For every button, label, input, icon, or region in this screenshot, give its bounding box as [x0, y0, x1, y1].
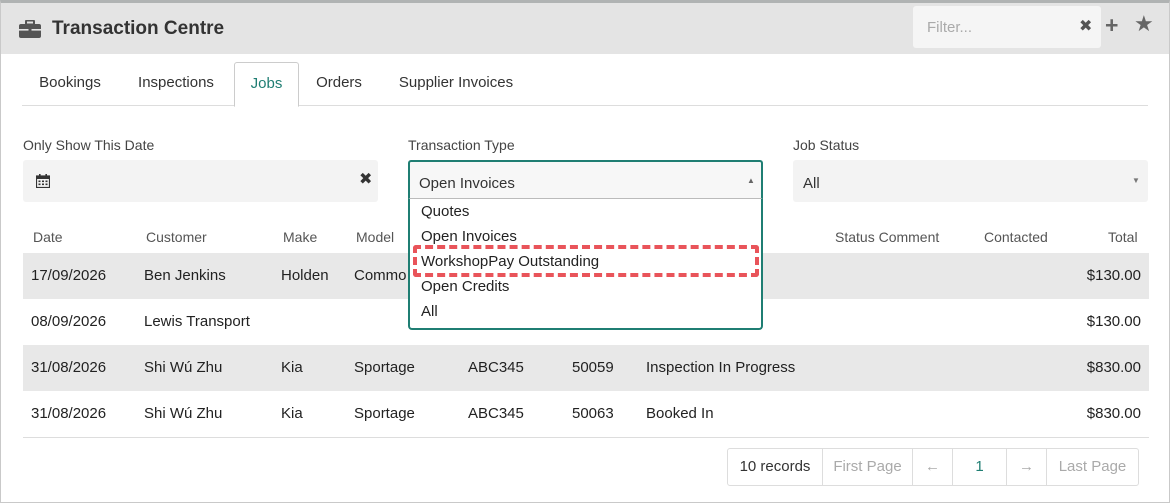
cell-date: 31/08/2026 [31, 405, 107, 422]
cell-rego: ABC345 [468, 359, 524, 376]
cell-total: $130.00 [1086, 313, 1141, 330]
column-header-model[interactable]: Model [356, 229, 394, 245]
option-all[interactable]: All [421, 303, 438, 320]
record-count: 10 records [728, 449, 823, 485]
cell-customer: Lewis Transport [144, 313, 250, 330]
column-header-contacted[interactable]: Contacted [984, 229, 1048, 245]
cell-date: 31/08/2026 [31, 359, 107, 376]
cell-customer: Shi Wú Zhu [144, 405, 223, 422]
clear-filter-icon[interactable]: ✖ [1079, 19, 1092, 35]
filter-input[interactable] [913, 6, 1073, 48]
cell-make: Kia [281, 405, 303, 422]
column-header-date[interactable]: Date [33, 229, 63, 245]
option-open-invoices[interactable]: Open Invoices [421, 228, 517, 245]
job-status-select[interactable]: All ▼ [793, 160, 1148, 202]
first-page-button[interactable]: First Page [823, 449, 913, 485]
date-filter-field[interactable]: ✖ [23, 160, 378, 202]
transaction-tabs: Bookings Inspections Jobs Orders Supplie… [22, 62, 1148, 107]
cell-model: Commo [354, 267, 407, 284]
star-icon[interactable]: ★ [1134, 13, 1154, 35]
briefcase-icon [19, 19, 41, 38]
page-title: Transaction Centre [52, 17, 225, 39]
tab-jobs[interactable]: Jobs [234, 62, 299, 107]
calendar-icon [36, 174, 50, 188]
table-divider [23, 437, 1149, 438]
column-header-status-comment[interactable]: Status Comment [835, 229, 939, 245]
pagination: 10 records First Page ← 1 → Last Page [727, 448, 1139, 486]
cell-status: Booked In [646, 405, 714, 422]
transaction-centre-panel: Transaction Centre ✖ + ★ Bookings Inspec… [0, 0, 1170, 503]
cell-customer: Ben Jenkins [144, 267, 226, 284]
cell-make: Kia [281, 359, 303, 376]
tab-supplier-invoices[interactable]: Supplier Invoices [389, 62, 523, 106]
prev-page-button[interactable]: ← [913, 449, 953, 485]
job-status-label: Job Status [793, 137, 860, 153]
add-icon[interactable]: + [1105, 14, 1118, 37]
column-header-make[interactable]: Make [283, 229, 317, 245]
transaction-type-label: Transaction Type [408, 137, 515, 153]
cell-date: 17/09/2026 [31, 267, 107, 284]
column-header-total[interactable]: Total [1108, 229, 1138, 245]
option-open-credits[interactable]: Open Credits [421, 278, 509, 295]
transaction-type-select[interactable]: Open Invoices ▲ [408, 160, 763, 198]
cell-customer: Shi Wú Zhu [144, 359, 223, 376]
option-quotes[interactable]: Quotes [421, 203, 469, 220]
cell-model: Sportage [354, 359, 415, 376]
job-status-value: All [803, 175, 820, 192]
cell-total: $830.00 [1086, 359, 1141, 376]
column-header-customer[interactable]: Customer [146, 229, 207, 245]
cell-status: Inspection In Progress [646, 359, 796, 376]
cell-model: Sportage [354, 405, 415, 422]
tab-inspections[interactable]: Inspections [122, 62, 230, 106]
cell-date: 08/09/2026 [31, 313, 107, 330]
cell-job-number: 50063 [572, 405, 614, 422]
current-page[interactable]: 1 [953, 449, 1007, 485]
transaction-type-dropdown: Quotes Open Invoices WorkshopPay Outstan… [408, 198, 763, 330]
cell-job-number: 50059 [572, 359, 614, 376]
clear-date-icon[interactable]: ✖ [359, 172, 372, 188]
caret-up-icon: ▲ [747, 176, 755, 185]
option-workshoppay-outstanding[interactable]: WorkshopPay Outstanding [421, 253, 599, 270]
last-page-button[interactable]: Last Page [1047, 449, 1138, 485]
cell-make: Holden [281, 267, 329, 284]
caret-down-icon: ▼ [1132, 176, 1140, 185]
date-filter-label: Only Show This Date [23, 137, 155, 153]
next-page-button[interactable]: → [1007, 449, 1047, 485]
cell-total: $830.00 [1086, 405, 1141, 422]
filter-box: ✖ [913, 6, 1101, 48]
tab-orders[interactable]: Orders [305, 62, 373, 106]
panel-header: Transaction Centre ✖ + ★ [1, 3, 1169, 54]
cell-rego: ABC345 [468, 405, 524, 422]
tab-bookings[interactable]: Bookings [22, 62, 118, 106]
transaction-type-value: Open Invoices [419, 175, 515, 192]
table-row[interactable]: 31/08/2026 Shi Wú Zhu Kia Sportage ABC34… [23, 345, 1149, 391]
table-row[interactable]: 31/08/2026 Shi Wú Zhu Kia Sportage ABC34… [23, 391, 1149, 437]
cell-total: $130.00 [1086, 267, 1141, 284]
